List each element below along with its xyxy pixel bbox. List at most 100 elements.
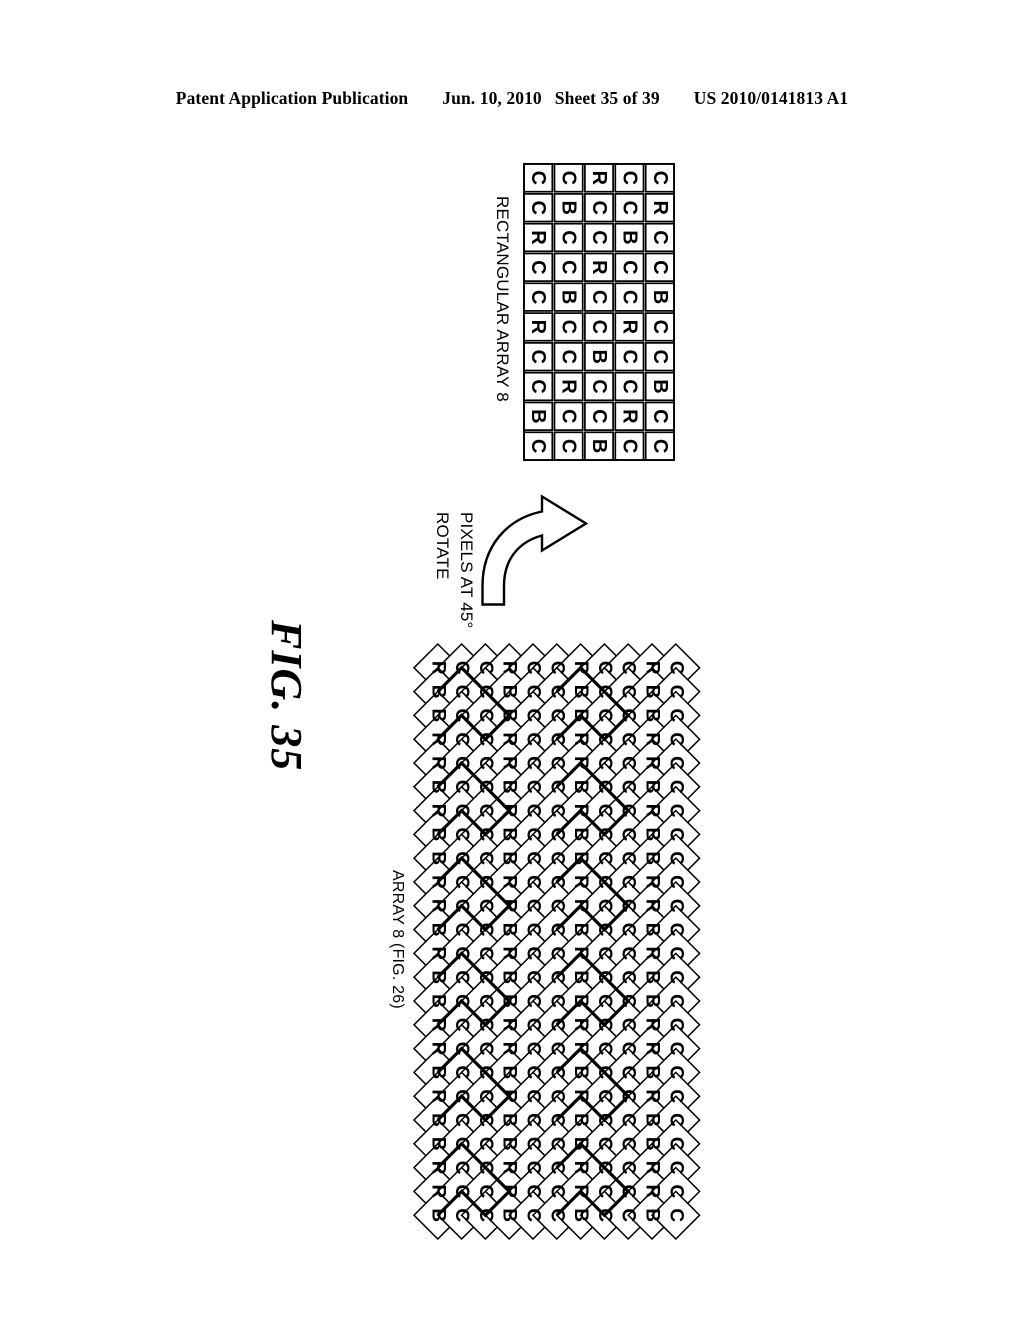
cell-letter: C bbox=[558, 409, 580, 423]
rect-array-cell: C bbox=[553, 431, 584, 461]
diamond-letter: C bbox=[451, 1066, 472, 1080]
diamond-letter: C bbox=[546, 1208, 567, 1222]
rect-array-cell: C bbox=[584, 401, 614, 431]
diamond-letter: C bbox=[523, 1042, 544, 1056]
diamond-letter: C bbox=[475, 661, 496, 675]
cell-letter: C bbox=[527, 379, 549, 393]
diamond-letter: B bbox=[427, 709, 448, 723]
rect-array-cell: C bbox=[523, 252, 554, 282]
diamond-letter: C bbox=[546, 994, 567, 1008]
rect-array-cell: C bbox=[614, 193, 645, 223]
diamond-letter: C bbox=[665, 875, 686, 889]
rect-array-cell: C bbox=[644, 431, 675, 461]
diamond-letter: R bbox=[427, 1089, 448, 1103]
diamond-letter: B bbox=[570, 994, 591, 1008]
diamond-letter: R bbox=[642, 661, 663, 675]
diamond-letter: C bbox=[665, 1113, 686, 1127]
diamond-letter: C bbox=[618, 1066, 639, 1080]
diamond-letter: C bbox=[546, 780, 567, 794]
diamond-letter: C bbox=[475, 1113, 496, 1127]
diamond-letter: C bbox=[475, 994, 496, 1008]
diamond-letter: C bbox=[451, 994, 472, 1008]
diamond-letter: R bbox=[499, 756, 520, 770]
rect-array-cell: B bbox=[644, 282, 675, 312]
diamond-letter: B bbox=[570, 685, 591, 699]
cell-letter: B bbox=[527, 409, 549, 423]
diamond-letter: R bbox=[427, 875, 448, 889]
diamond-letter: C bbox=[523, 756, 544, 770]
diamond-letter: C bbox=[523, 828, 544, 842]
diamond-letter: C bbox=[594, 947, 615, 961]
rect-array-cell: C bbox=[614, 342, 645, 372]
diamond-letter: C bbox=[546, 1089, 567, 1103]
diamond-letter: R bbox=[499, 1185, 520, 1199]
diamond-letter: R bbox=[642, 756, 663, 770]
diamond-letter: C bbox=[618, 899, 639, 913]
diamond-letter: B bbox=[642, 685, 663, 699]
diamond-letter: C bbox=[523, 780, 544, 794]
rect-array-cell: C bbox=[553, 252, 584, 282]
diamond-letter: C bbox=[594, 970, 615, 984]
diamond-letter: B bbox=[427, 1113, 448, 1127]
rect-array-cell: C bbox=[584, 193, 614, 223]
diamond-letter: C bbox=[523, 1018, 544, 1032]
diamond-letter: C bbox=[523, 970, 544, 984]
diamond-letter: C bbox=[594, 923, 615, 937]
diamond-letter: C bbox=[475, 923, 496, 937]
diamond-letter: C bbox=[475, 1066, 496, 1080]
diamond-letter: C bbox=[618, 851, 639, 865]
rect-array-cell: C bbox=[644, 163, 675, 193]
cell-letter: R bbox=[588, 260, 610, 275]
diamond-letter: C bbox=[546, 875, 567, 889]
diamond-letter: C bbox=[594, 1113, 615, 1127]
cell-letter: C bbox=[588, 200, 610, 214]
rect-array-cell: C bbox=[523, 193, 554, 223]
rect-array-cell: C bbox=[523, 282, 554, 312]
rect-array-cell: C bbox=[614, 431, 645, 461]
diamond-letter: R bbox=[499, 875, 520, 889]
diamond-letter: C bbox=[451, 1113, 472, 1127]
diamond-letter: C bbox=[594, 994, 615, 1008]
cell-letter: C bbox=[649, 409, 671, 423]
diamond-letter: C bbox=[546, 685, 567, 699]
diamond-letter: C bbox=[594, 804, 615, 818]
diamond-letter: R bbox=[427, 661, 448, 675]
diamond-letter: C bbox=[665, 1161, 686, 1175]
diamond-letter: C bbox=[594, 1185, 615, 1199]
diamond-letter: B bbox=[642, 709, 663, 723]
diamond-letter: C bbox=[523, 1185, 544, 1199]
diamond-letter: C bbox=[451, 1185, 472, 1199]
diamond-letter: C bbox=[594, 899, 615, 913]
diamond-letter: B bbox=[642, 923, 663, 937]
diamond-letter: R bbox=[642, 875, 663, 889]
diamond-letter: C bbox=[618, 1042, 639, 1056]
diamond-letter: C bbox=[665, 947, 686, 961]
figure-35: FIG. 35 RECTANGULAR ARRAY 8 ARRAY 8 (FIG… bbox=[0, 0, 1024, 1320]
diamond-letter: C bbox=[451, 1089, 472, 1103]
diamond-letter: R bbox=[642, 1089, 663, 1103]
diamond-letter: C bbox=[451, 756, 472, 770]
diamond-letter: C bbox=[475, 1161, 496, 1175]
diamond-letter: R bbox=[642, 804, 663, 818]
diamond-letter: B bbox=[499, 970, 520, 984]
diamond-letter: C bbox=[546, 661, 567, 675]
diamond-letter: C bbox=[546, 1113, 567, 1127]
rect-array-cell: B bbox=[644, 371, 675, 402]
diamond-letter: R bbox=[499, 1018, 520, 1032]
rect-array-cell: B bbox=[584, 342, 614, 372]
diamond-letter: B bbox=[642, 1113, 663, 1127]
cell-letter: C bbox=[527, 349, 549, 363]
diamond-letter: C bbox=[618, 1089, 639, 1103]
diamond-letter: C bbox=[546, 828, 567, 842]
diamond-letter: C bbox=[475, 828, 496, 842]
diamond-letter: C bbox=[475, 1208, 496, 1222]
diamond-letter: C bbox=[546, 756, 567, 770]
diamond-array-grid: R C C R C C R C C R CB C C B C C B C C B CB C C B C C B C C B CR C C R C C R… bbox=[412, 642, 701, 1240]
cell-letter: C bbox=[588, 230, 610, 244]
diamond-letter: C bbox=[665, 899, 686, 913]
cell-letter: C bbox=[618, 200, 640, 214]
diamond-letter: C bbox=[523, 1113, 544, 1127]
rect-array-cell: C bbox=[584, 312, 614, 342]
diamond-letter: C bbox=[546, 970, 567, 984]
diamond-letter: B bbox=[499, 828, 520, 842]
